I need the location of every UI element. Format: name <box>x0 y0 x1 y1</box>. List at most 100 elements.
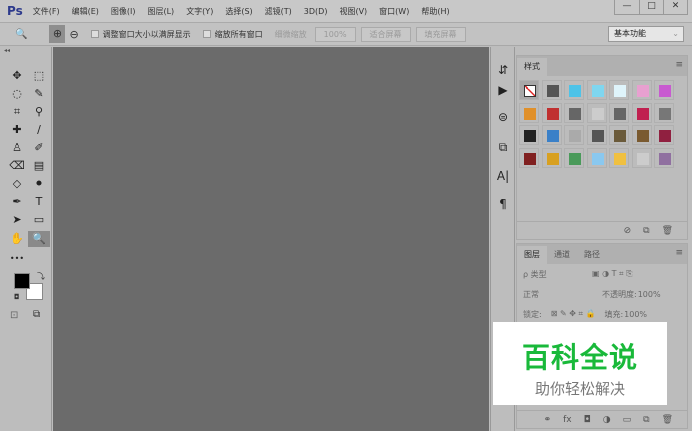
style-swatch[interactable] <box>654 147 674 168</box>
quick-mask-icon[interactable]: ⊡ <box>10 310 18 321</box>
resize-windows-checkbox[interactable]: 调整窗口大小以满屏显示 <box>90 29 191 40</box>
fill-screen-button[interactable]: 填充屏幕 <box>415 26 466 42</box>
marquee-tool-icon[interactable]: ⬚ <box>30 68 48 84</box>
panel-menu-icon[interactable]: ≡ <box>675 60 683 70</box>
adjustment-layer-icon[interactable]: ◑ <box>603 415 611 425</box>
opacity-field[interactable]: 100% <box>638 290 661 299</box>
pen-tool-icon[interactable]: ✒ <box>8 194 26 210</box>
layer-style-icon[interactable]: fx <box>563 415 572 425</box>
menu-image[interactable]: 图像(I) <box>111 6 136 17</box>
actions-play-icon[interactable]: ▶ <box>491 83 515 97</box>
link-layers-icon[interactable]: ⚭ <box>544 415 552 425</box>
style-swatch[interactable] <box>564 80 584 100</box>
blur-tool-icon[interactable]: ◇ <box>8 176 26 192</box>
zoom-in-button[interactable]: ⊕ <box>49 25 66 43</box>
style-swatch[interactable] <box>519 125 539 145</box>
menu-filter[interactable]: 滤镜(T) <box>265 6 292 17</box>
layer-mask-icon[interactable]: ◘ <box>584 415 591 425</box>
percent-button[interactable]: 100% <box>314 26 356 42</box>
history-icon[interactable]: ⇵ <box>491 63 515 77</box>
fit-screen-button[interactable]: 适合屏幕 <box>360 26 411 42</box>
paragraph-icon[interactable]: ¶ <box>491 197 515 211</box>
history-brush-tool-icon[interactable]: ✐ <box>30 140 48 156</box>
tab-styles[interactable]: 样式 <box>517 58 547 76</box>
menu-layer[interactable]: 图层(L) <box>147 6 174 17</box>
rectangle-tool-icon[interactable]: ▭ <box>30 212 48 228</box>
canvas-area[interactable] <box>53 47 489 431</box>
clone-stamp-tool-icon[interactable]: ♙ <box>8 140 26 156</box>
delete-style-icon[interactable]: 🗑 <box>662 226 673 236</box>
style-swatch[interactable] <box>519 80 539 100</box>
style-swatch[interactable] <box>586 147 607 168</box>
menu-select[interactable]: 选择(S) <box>225 6 252 17</box>
new-style-icon[interactable]: ⧉ <box>643 226 649 236</box>
tab-channels[interactable]: 通道 <box>547 246 577 264</box>
menu-window[interactable]: 窗口(W) <box>379 6 409 17</box>
character-icon[interactable]: A| <box>491 169 515 183</box>
style-swatch[interactable] <box>519 147 539 168</box>
filter-type-select[interactable]: ρ 类型 <box>523 269 583 280</box>
path-selection-tool-icon[interactable]: ➤ <box>8 212 26 228</box>
style-swatch[interactable] <box>519 102 539 123</box>
style-swatch[interactable] <box>609 80 629 100</box>
zoom-out-button[interactable]: ⊖ <box>69 28 78 41</box>
style-swatch[interactable] <box>654 80 674 100</box>
gradient-tool-icon[interactable]: ▤ <box>30 158 48 174</box>
style-swatch[interactable] <box>609 125 629 145</box>
style-swatch[interactable] <box>541 147 562 168</box>
style-swatch[interactable] <box>631 102 652 123</box>
zoom-tool-icon[interactable]: 🔍 <box>28 231 50 247</box>
default-colors-icon[interactable]: ◘ <box>14 293 20 301</box>
style-swatch[interactable] <box>609 102 629 123</box>
move-tool-icon[interactable]: ✥ <box>8 68 26 84</box>
foreground-color-swatch[interactable] <box>14 273 30 289</box>
lasso-tool-icon[interactable]: ◌ <box>8 86 26 102</box>
menu-file[interactable]: 文件(F) <box>33 6 60 17</box>
style-swatch[interactable] <box>586 125 607 145</box>
minimize-button[interactable]: — <box>615 0 639 14</box>
menu-edit[interactable]: 编辑(E) <box>72 6 99 17</box>
style-swatch[interactable] <box>654 102 674 123</box>
close-button[interactable]: ✕ <box>663 0 687 14</box>
fill-field[interactable]: 100% <box>624 310 647 319</box>
menu-3d[interactable]: 3D(D) <box>304 7 328 16</box>
blend-mode-select[interactable]: 正常 <box>523 289 593 300</box>
type-tool-icon[interactable]: T <box>30 194 48 210</box>
panel-menu-icon[interactable]: ≡ <box>675 248 683 258</box>
tab-layers[interactable]: 图层 <box>517 246 547 264</box>
edit-toolbar-icon[interactable]: ••• <box>8 251 26 267</box>
clear-style-icon[interactable]: ⊘ <box>624 226 632 236</box>
zoom-all-windows-checkbox[interactable]: 缩放所有窗口 <box>202 29 263 40</box>
screen-mode-icon[interactable]: ⧉ <box>33 309 40 320</box>
style-swatch[interactable] <box>631 147 652 168</box>
crop-tool-icon[interactable]: ⌗ <box>8 104 26 120</box>
menu-view[interactable]: 视图(V) <box>339 6 367 17</box>
style-swatch[interactable] <box>631 80 652 100</box>
new-layer-icon[interactable]: ⧉ <box>643 415 649 425</box>
magic-wand-tool-icon[interactable]: ✎ <box>30 86 48 102</box>
maximize-button[interactable]: □ <box>639 0 663 14</box>
menu-help[interactable]: 帮助(H) <box>421 6 449 17</box>
style-swatch[interactable] <box>564 147 584 168</box>
style-swatch[interactable] <box>541 102 562 123</box>
delete-layer-icon[interactable]: 🗑 <box>662 415 673 425</box>
tab-paths[interactable]: 路径 <box>577 246 607 264</box>
style-swatch[interactable] <box>564 125 584 145</box>
style-swatch[interactable] <box>631 125 652 145</box>
style-swatch[interactable] <box>586 102 607 123</box>
workspace-select[interactable]: 基本功能 ⌄ <box>608 26 684 42</box>
dodge-tool-icon[interactable]: ⚫ <box>30 176 48 192</box>
clone-source-icon[interactable]: ⧉ <box>491 140 515 155</box>
style-swatch[interactable] <box>541 80 562 100</box>
swap-colors-icon[interactable]: ⤵ <box>37 271 45 282</box>
healing-brush-tool-icon[interactable]: ✚ <box>8 122 26 138</box>
menu-type[interactable]: 文字(Y) <box>186 6 213 17</box>
eraser-tool-icon[interactable]: ⌫ <box>8 158 26 174</box>
style-swatch[interactable] <box>654 125 674 145</box>
new-group-icon[interactable]: ▭ <box>623 415 632 425</box>
properties-icon[interactable]: ⊜ <box>491 110 515 124</box>
brush-tool-icon[interactable]: ∕ <box>30 122 48 138</box>
hand-tool-icon[interactable]: ✋ <box>8 231 26 247</box>
style-swatch[interactable] <box>541 125 562 145</box>
style-swatch[interactable] <box>586 80 607 100</box>
